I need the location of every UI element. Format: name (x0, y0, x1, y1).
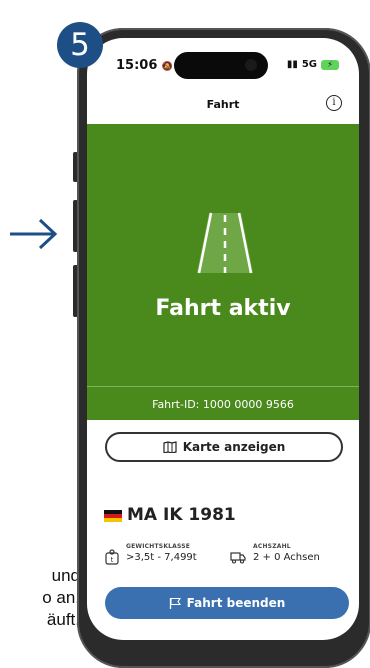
weight-icon: t (105, 549, 119, 565)
camera-icon (245, 59, 257, 71)
status-time-text: 15:06 (116, 58, 158, 73)
show-map-label: Karte anzeigen (182, 440, 286, 454)
truck-icon (230, 552, 246, 564)
weight-class-value: >3,5t - 7,499t (126, 552, 197, 563)
status-time: 15:06 🔕 (116, 58, 173, 73)
trip-status-panel: Fahrt aktiv Fahrt-ID: 1000 0000 9566 (87, 124, 359, 420)
weight-class-label: GEWICHTSKLASSE (126, 543, 191, 550)
phone-screen: 15:06 🔕 ▮▮ 5G ⚡ Fahrt i Fahrt aktiv Fahr… (87, 38, 359, 640)
end-trip-label: Fahrt beenden (186, 596, 286, 610)
divider (87, 386, 359, 387)
info-icon[interactable]: i (326, 95, 342, 111)
axle-count-value: 2 + 0 Achsen (253, 552, 320, 563)
weight-class-detail: t GEWICHTSKLASSE >3,5t - 7,499t (104, 543, 197, 565)
arrow-right-icon (10, 218, 58, 250)
network-label: 5G (301, 59, 317, 70)
trip-id: Fahrt-ID: 1000 0000 9566 (152, 398, 294, 411)
bell-muted-icon: 🔕 (161, 62, 174, 72)
map-icon (163, 441, 177, 453)
germany-flag-icon (104, 510, 122, 522)
side-caption-line: äuft. (46, 610, 80, 629)
finish-flag-icon (169, 597, 181, 609)
license-plate: MA IK 1981 (127, 505, 236, 525)
battery-charging-icon: ⚡ (321, 59, 339, 70)
end-trip-button[interactable]: Fahrt beenden (105, 587, 349, 619)
road-icon (197, 212, 253, 274)
svg-text:t: t (111, 556, 114, 564)
status-indicators: ▮▮ 5G ⚡ (287, 59, 339, 70)
axle-count-detail: ACHSZAHL 2 + 0 Achsen (229, 543, 320, 565)
side-caption-line: und (51, 566, 80, 585)
trip-status-text: Fahrt aktiv (155, 296, 291, 321)
axle-count-label: ACHSZAHL (253, 543, 291, 550)
show-map-button[interactable]: Karte anzeigen (105, 432, 343, 462)
page-title: Fahrt (206, 98, 240, 111)
side-caption: und o an, äuft. (0, 565, 80, 631)
signal-icon: ▮▮ (286, 59, 298, 70)
step-badge: 5 (57, 22, 103, 68)
side-caption-line: o an, (42, 588, 80, 607)
